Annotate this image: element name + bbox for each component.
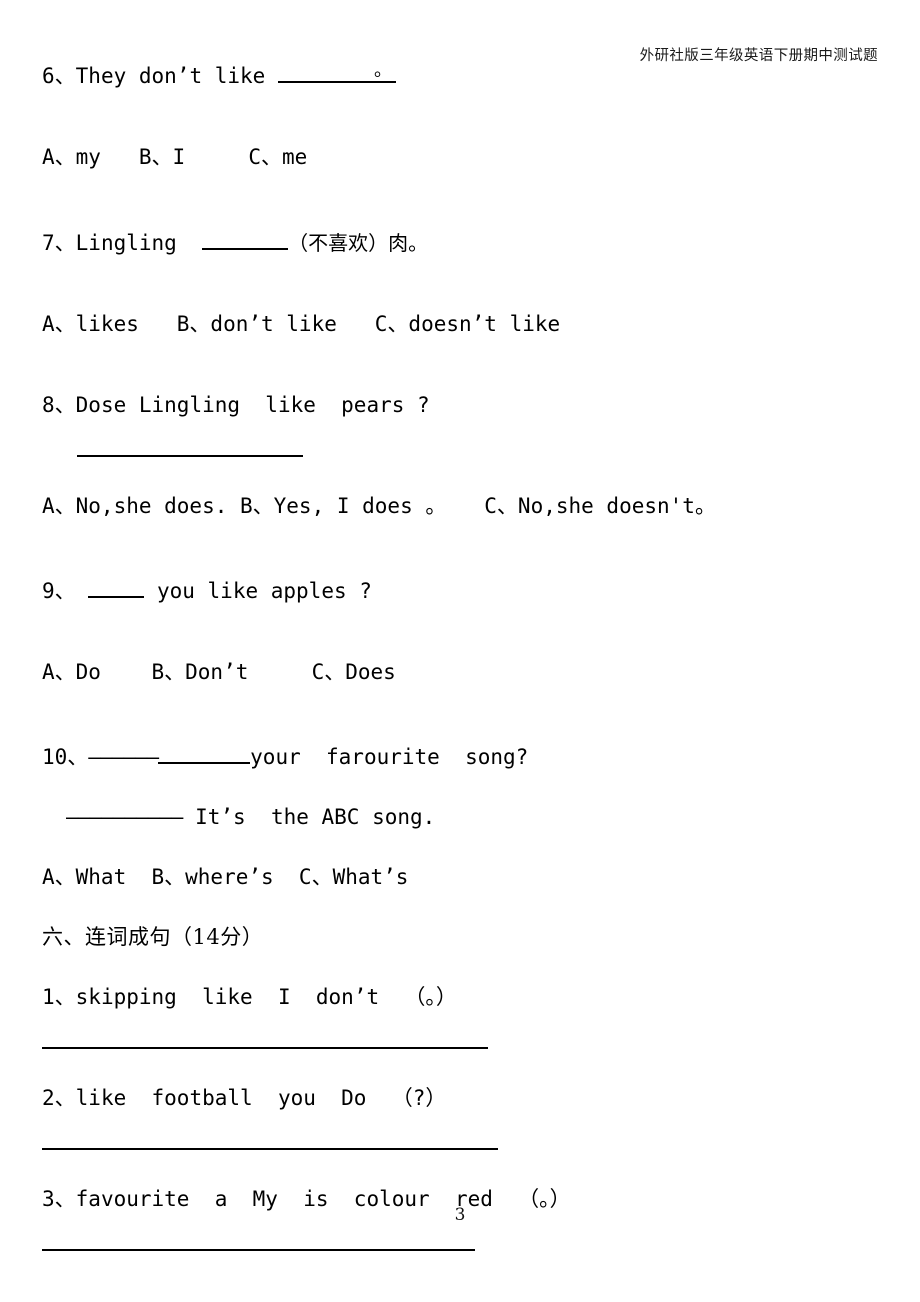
- question-7-hint: （不喜欢）肉。: [288, 230, 429, 255]
- question-10-dash-run: ——————: [88, 745, 159, 770]
- question-9-options[interactable]: A、Do B、Don’t C、Does: [42, 661, 882, 683]
- question-9-stem: 9、 you like apples ?: [42, 577, 882, 602]
- question-7-options[interactable]: A、likes B、don’t like C、doesn’t like: [42, 313, 882, 335]
- question-10-stem: 10、 —————— your farourite song?: [42, 743, 882, 768]
- question-7-text: Lingling: [75, 230, 203, 255]
- section-six-item-1-number: 1、: [42, 985, 76, 1010]
- question-6-stem: 6、 They don’t like 。: [42, 62, 882, 87]
- question-6-text: They don’t like: [75, 64, 278, 89]
- question-10-text: your farourite song?: [250, 745, 529, 770]
- question-6-options[interactable]: A、my B、I C、me: [42, 147, 882, 168]
- question-6-blank[interactable]: 。: [277, 60, 396, 84]
- question-10-blank[interactable]: [158, 743, 251, 765]
- question-10-options[interactable]: A、What B、where’s C、What’s: [42, 867, 882, 888]
- question-8-number: 8、: [42, 392, 76, 417]
- question-6-number: 6、: [42, 64, 76, 89]
- question-8-stem: 8、 Dose Lingling like pears ?: [42, 392, 882, 417]
- exam-page: 外研社版三年级英语下册期中测试题 6、 They don’t like 。 A、m…: [0, 0, 920, 1302]
- question-7-number: 7、: [42, 230, 76, 255]
- exam-content: 6、 They don’t like 。 A、my B、I C、me 7、 Ling…: [42, 62, 882, 1252]
- section-six-item-2: 2、 like football you Do （?）: [42, 1088, 882, 1109]
- question-10-number: 10、: [42, 745, 89, 770]
- question-6-period-mark: 。: [373, 60, 392, 82]
- question-9-lead-space: [76, 581, 89, 602]
- question-9-number: 9、: [42, 578, 76, 603]
- question-10-answer-line: —————————— It’s the ABC song.: [42, 807, 882, 828]
- question-9-text: you like apples ?: [144, 578, 372, 603]
- page-number: 3: [454, 1205, 466, 1225]
- question-7-stem: 7、 Lingling （不喜欢）肉。: [42, 228, 882, 253]
- section-six-item-2-text: like football you Do （?）: [75, 1086, 447, 1111]
- question-8-text: Dose Lingling like pears ?: [75, 392, 430, 417]
- section-six-item-3-answer-rule[interactable]: [42, 1249, 475, 1252]
- question-9-blank[interactable]: [88, 577, 145, 598]
- section-six-item-1-text: skipping like I don’t （。）: [75, 985, 457, 1010]
- question-10-answer-text: It’s the ABC song.: [182, 805, 436, 830]
- section-six-item-2-number: 2、: [42, 1086, 76, 1111]
- section-six-item-1: 1、 skipping like I don’t （。）: [42, 987, 882, 1008]
- section-six-heading: 六、连词成句（14分）: [42, 925, 264, 950]
- question-7-blank[interactable]: [202, 228, 289, 250]
- question-10-answer-dash-run: ——————————: [66, 805, 183, 830]
- question-8-options[interactable]: A、No,she does. B、Yes, I does 。 C、No,she …: [42, 495, 882, 517]
